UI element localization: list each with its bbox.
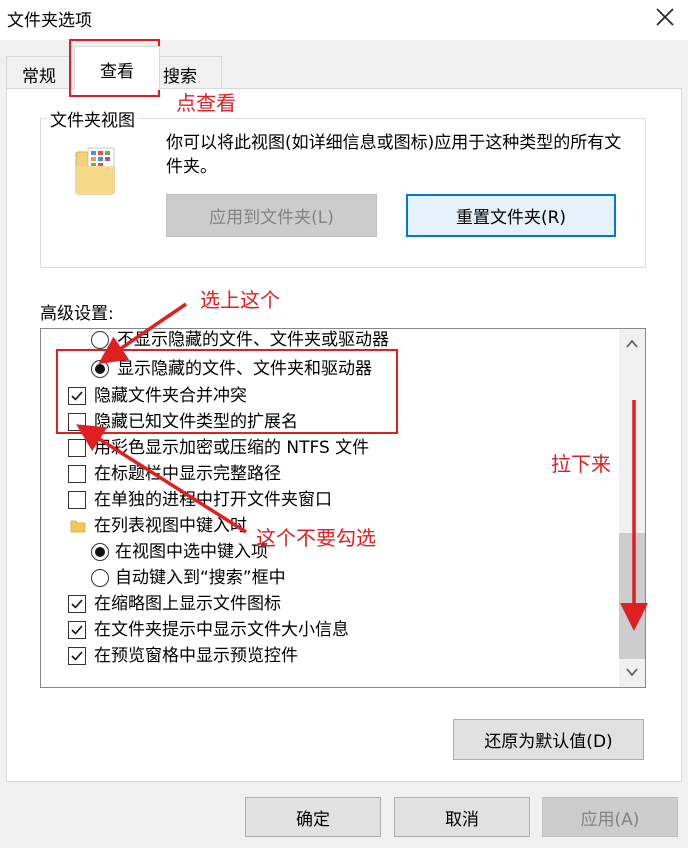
checkbox[interactable] [68, 413, 86, 431]
cancel-button[interactable]: 取消 [394, 797, 530, 837]
check-icon [71, 599, 83, 609]
annotation-scroll-down: 拉下来 [551, 452, 611, 476]
radio-button[interactable] [91, 331, 109, 349]
scroll-down-arrow-icon[interactable] [619, 657, 645, 687]
checkbox[interactable] [68, 465, 86, 483]
window-title: 文件夹选项 [7, 11, 92, 31]
reset-folders-button[interactable]: 重置文件夹(R) [406, 194, 616, 237]
checkbox-checked[interactable] [68, 595, 86, 613]
close-icon[interactable] [652, 4, 678, 30]
radio-button-selected[interactable] [91, 543, 109, 561]
checkbox-checked[interactable] [68, 621, 86, 639]
check-icon [71, 625, 83, 635]
folder-views-icon [75, 147, 115, 195]
radio-button[interactable] [91, 569, 109, 587]
scrollbar-thumb[interactable] [619, 533, 645, 659]
check-icon [71, 651, 83, 661]
checkbox[interactable] [68, 439, 86, 457]
apply-to-folders-button[interactable]: 应用到文件夹(L) [166, 194, 377, 237]
folder-views-legend: 文件夹视图 [47, 106, 138, 131]
tab-search[interactable]: 搜索 [158, 56, 222, 88]
restore-defaults-button[interactable]: 还原为默认值(D) [453, 719, 644, 760]
tab-general[interactable]: 常规 [6, 56, 72, 88]
scroll-up-arrow-icon[interactable] [619, 329, 645, 359]
radio-button-selected[interactable] [91, 360, 109, 378]
folder-views-description: 你可以将此视图(如详细信息或图标)应用于这种类型的所有文件夹。 [166, 133, 622, 177]
ok-button[interactable]: 确定 [245, 797, 381, 837]
folder-icon [70, 520, 86, 533]
checkbox[interactable] [68, 491, 86, 509]
vertical-scrollbar[interactable] [619, 329, 645, 687]
apply-button[interactable]: 应用(A) [542, 797, 678, 837]
tab-view[interactable]: 查看 [74, 46, 160, 90]
advanced-settings-list[interactable]: 不显示隐藏的文件、文件夹或驱动器 显示隐藏的文件、文件夹和驱动器 隐藏文件夹合并… [40, 328, 646, 688]
annotation-dont-check: 这个不要勾选 [256, 526, 376, 550]
annotation-select-this: 选上这个 [200, 288, 280, 312]
title-bar: 文件夹选项 [0, 0, 688, 40]
checkbox-checked[interactable] [68, 387, 86, 405]
advanced-settings-label: 高级设置: [40, 304, 114, 324]
annotation-click-view: 点查看 [176, 91, 236, 115]
check-icon [71, 391, 83, 401]
checkbox-checked[interactable] [68, 647, 86, 665]
